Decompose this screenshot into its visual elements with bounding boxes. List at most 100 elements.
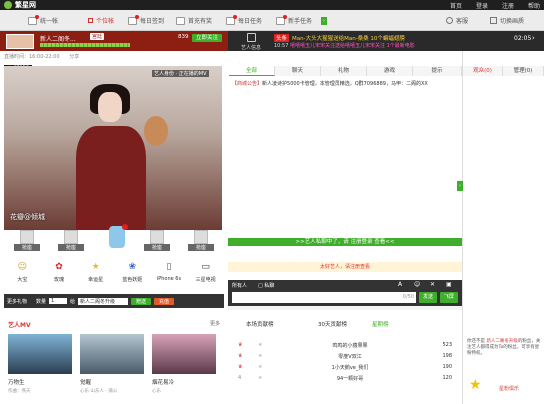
artist-info-button[interactable]: 艺人信息 bbox=[238, 33, 264, 51]
ticker-line: Man-大头大猩猩送给Man-桑桑 10个蝙蝠翅膀 bbox=[292, 36, 405, 42]
chat-input[interactable]: 0/50 bbox=[232, 292, 416, 303]
gift-item[interactable]: ☺ 大宝 bbox=[7, 262, 37, 290]
top-link-register[interactable]: 注册 bbox=[502, 1, 514, 10]
ticker-line: 10:57 嘻嘻嘻玉儿宋宋关注送给嘻嘻玉儿宋宋关注 1个最新电影 bbox=[274, 43, 415, 49]
nav-item-1[interactable]: 个位帐 bbox=[88, 10, 114, 31]
phone-icon: ▯ bbox=[166, 262, 172, 272]
rank-row[interactable]: ♛ ★ 零度V双江 198 bbox=[238, 353, 452, 364]
tab-admins[interactable]: 管理(0) bbox=[503, 66, 544, 76]
nav-switch-quality[interactable]: 切换画质 bbox=[490, 10, 524, 31]
tab-chat[interactable]: 聊天 bbox=[275, 66, 321, 76]
rank-tab[interactable]: 30天贡献榜 bbox=[318, 320, 347, 328]
follow-button[interactable]: 立即关注 bbox=[192, 34, 222, 42]
badge-icon: ★ bbox=[258, 353, 263, 359]
seat-avatar-icon bbox=[194, 230, 208, 244]
top-link-help[interactable]: 帮助 bbox=[528, 1, 540, 10]
tab-all[interactable]: 全部 bbox=[229, 66, 275, 76]
gift-item[interactable]: ▭ 三星电视 bbox=[191, 262, 221, 290]
font-icon[interactable]: A bbox=[398, 281, 402, 288]
fly-screen-button[interactable]: 飞屏 bbox=[440, 292, 458, 303]
tab-gifts[interactable]: 礼物 bbox=[321, 66, 367, 76]
qty-input[interactable]: 1 bbox=[49, 298, 68, 304]
nav-service[interactable]: 客服 bbox=[446, 10, 468, 31]
rank-tab[interactable]: 星期榜 bbox=[372, 320, 389, 328]
tab-audience[interactable]: 观众(0) bbox=[463, 66, 503, 76]
live-tag: 艺人身份 · 正在播的MV bbox=[152, 70, 209, 77]
gift-item[interactable]: ✿ 玫瑰 bbox=[44, 262, 74, 290]
clock: 02:05 bbox=[514, 35, 532, 42]
mv-title: 艺人MV bbox=[8, 322, 31, 329]
crown-icon: ♛ bbox=[238, 364, 243, 370]
star-icon: ★ bbox=[469, 377, 482, 393]
nav-label: 每日签到 bbox=[140, 18, 165, 25]
nav-item-5[interactable]: 新手任务 › bbox=[276, 10, 328, 31]
recipient-select[interactable]: 所有人 bbox=[232, 282, 247, 289]
lock-icon[interactable]: ▣ bbox=[446, 281, 452, 288]
seat-avatar-icon bbox=[64, 230, 78, 244]
recharge-button[interactable]: 充值 bbox=[154, 297, 175, 305]
logo-icon bbox=[4, 1, 12, 9]
jar-badge bbox=[122, 224, 128, 230]
logo-text: 繁星网 bbox=[15, 1, 36, 9]
more-gifts-button[interactable]: 更多礼物 bbox=[7, 298, 27, 305]
host-level-tag: 宫廷 bbox=[90, 33, 105, 40]
video-player[interactable]: 艺人身份 · 正在播的MV 花瓣@倾城 bbox=[4, 66, 222, 230]
badge-dot bbox=[233, 14, 237, 19]
seat[interactable]: 抢座 bbox=[58, 230, 84, 254]
fan-club-link[interactable]: 星粉俱乐 bbox=[499, 385, 519, 392]
collapse-icon[interactable]: › bbox=[457, 181, 463, 191]
nav-item-2[interactable]: 每日签到 bbox=[128, 10, 164, 31]
host-avatar[interactable] bbox=[6, 34, 34, 49]
trash-icon[interactable]: ✕ bbox=[430, 281, 435, 288]
send-gift-button[interactable]: 赠送 bbox=[131, 297, 152, 305]
gift-item[interactable]: ▯ iPhone 6s bbox=[154, 262, 184, 290]
chat-hint[interactable]: 太好艺人，请注册查看 bbox=[228, 262, 462, 272]
mv-name[interactable]: 觉醒 bbox=[80, 378, 91, 386]
mv-name[interactable]: 万物生 bbox=[8, 378, 25, 386]
gift-item[interactable]: ❀ 蓝色妖姬 bbox=[117, 262, 147, 290]
mv-more-link[interactable]: 更多 bbox=[210, 320, 220, 327]
jar-icon[interactable] bbox=[106, 224, 128, 254]
recipient-input[interactable]: 新人二阁冬升级 bbox=[78, 297, 129, 305]
top-link-home[interactable]: 首页 bbox=[450, 1, 462, 10]
rank-row[interactable]: ♛ ★ 鸣鸣的小蕴果果 523 bbox=[238, 342, 452, 353]
send-button[interactable]: 发送 bbox=[419, 292, 437, 303]
mv-thumb[interactable] bbox=[80, 334, 144, 374]
to-label: 给 bbox=[70, 298, 76, 305]
gift-item[interactable]: ★ 幸运星 bbox=[81, 262, 111, 290]
follow-count: 839 bbox=[178, 34, 189, 40]
nav-label: 每日任务 bbox=[238, 18, 263, 25]
host-name[interactable]: 新人二阁冬... bbox=[40, 34, 76, 43]
emoji-icon[interactable]: ☺ bbox=[414, 281, 420, 288]
seat[interactable]: 抢座 bbox=[144, 230, 170, 254]
nav-label: 切换画质 bbox=[500, 18, 525, 25]
chat-msg-prefix: 【商城公告】 bbox=[232, 81, 263, 87]
teddy-bear bbox=[144, 116, 168, 146]
share-link[interactable]: 分享 bbox=[69, 54, 79, 60]
nav-item-0[interactable]: 统一帐 bbox=[28, 10, 58, 31]
private-chat-bar[interactable]: >>艺人私聊中了，请 注册登录 查看<< bbox=[228, 238, 462, 246]
rank-row[interactable]: ♛ ★ 1小天鹅ve_我们 190 bbox=[238, 364, 452, 375]
rank-row[interactable]: 4 ★ 94一颗好哥 120 bbox=[238, 375, 452, 386]
arrow-right-icon[interactable]: › bbox=[532, 34, 535, 42]
level-progress-bar bbox=[40, 43, 130, 47]
mv-thumb[interactable] bbox=[152, 334, 216, 374]
private-checkbox[interactable]: □ 私聊 bbox=[258, 282, 274, 289]
seat[interactable]: 抢座 bbox=[188, 230, 214, 254]
mv-thumb[interactable] bbox=[8, 334, 72, 374]
mv-section: 艺人MV 更多 万物生 觉醒 烟花易冷 作曲：燕天 心乐 山东人 · 蒲公 心乐 bbox=[4, 318, 224, 404]
expand-icon[interactable]: › bbox=[321, 16, 328, 25]
logo[interactable]: 繁星网 bbox=[4, 0, 36, 10]
rank-list: ♛ ★ 鸣鸣的小蕴果果 523 ♛ ★ 零度V双江 198 ♛ ★ 1小天鹅ve_我们 190 4… bbox=[238, 342, 452, 386]
fan-link[interactable]: 新人二阁冬升级 bbox=[486, 339, 518, 344]
nav-item-3[interactable]: 首充有奖 bbox=[176, 10, 212, 31]
tab-games[interactable]: 游戏 bbox=[367, 66, 413, 76]
top-link-login[interactable]: 登录 bbox=[476, 1, 488, 10]
gift-icon bbox=[176, 16, 185, 25]
nav-item-4[interactable]: 每日任务 bbox=[226, 10, 262, 31]
mv-name[interactable]: 烟花易冷 bbox=[152, 378, 174, 386]
tab-tips[interactable]: 提示 bbox=[413, 66, 462, 76]
badge-dot bbox=[35, 14, 39, 19]
rank-tab[interactable]: 本场贡献榜 bbox=[246, 320, 274, 328]
seat[interactable]: 抢座 bbox=[14, 230, 40, 254]
